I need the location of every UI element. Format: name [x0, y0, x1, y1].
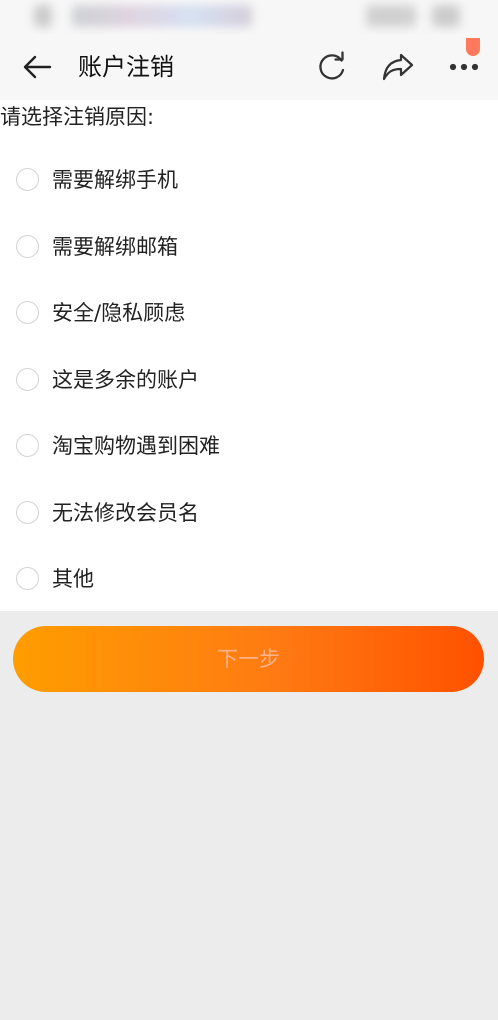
reason-option-other[interactable]: 其他	[0, 546, 498, 613]
share-icon	[382, 53, 414, 81]
reason-option-shopping-difficulty[interactable]: 淘宝购物遇到困难	[0, 413, 498, 480]
arrow-left-icon	[23, 55, 52, 79]
reason-label: 其他	[52, 567, 94, 591]
radio-button[interactable]	[16, 367, 39, 391]
top-bar: 账户注销	[0, 34, 498, 100]
reason-option-extra-account[interactable]: 这是多余的账户	[0, 347, 498, 414]
notification-dot	[466, 38, 480, 56]
radio-button[interactable]	[16, 567, 39, 590]
refresh-button[interactable]	[312, 49, 352, 85]
status-bar-blur	[366, 5, 416, 27]
reason-option-member-name[interactable]: 无法修改会员名	[0, 480, 498, 547]
page-title: 账户注销	[78, 53, 174, 81]
radio-button[interactable]	[16, 301, 39, 324]
reason-option-phone[interactable]: 需要解绑手机	[0, 147, 498, 214]
status-bar	[0, 0, 498, 34]
status-bar-blur	[72, 5, 252, 27]
radio-button[interactable]	[16, 500, 39, 524]
status-bar-blur	[432, 5, 460, 27]
share-button[interactable]	[378, 49, 418, 85]
reason-label: 需要解绑邮箱	[52, 234, 178, 259]
reason-option-privacy[interactable]: 安全/隐私顾虑	[0, 280, 498, 347]
reason-label: 安全/隐私顾虑	[52, 301, 186, 325]
more-button[interactable]	[444, 49, 484, 85]
reason-label: 需要解绑手机	[52, 168, 178, 192]
reason-panel: 请选择注销原因: 需要解绑手机 需要解绑邮箱 安全/隐私顾虑 这是多余的账户 淘…	[0, 100, 498, 611]
next-step-button[interactable]: 下一步	[13, 626, 484, 692]
reason-label: 这是多余的账户	[52, 367, 199, 392]
reason-label: 无法修改会员名	[52, 500, 199, 525]
status-bar-blur	[34, 5, 52, 27]
reason-prompt: 请选择注销原因:	[0, 105, 155, 129]
more-icon	[449, 63, 479, 71]
radio-button[interactable]	[16, 168, 39, 191]
radio-button[interactable]	[16, 234, 39, 258]
back-button[interactable]	[18, 50, 56, 84]
reason-list: 需要解绑手机 需要解绑邮箱 安全/隐私顾虑 这是多余的账户 淘宝购物遇到困难 无…	[0, 147, 498, 613]
reason-option-email[interactable]: 需要解绑邮箱	[0, 214, 498, 281]
radio-button[interactable]	[16, 434, 39, 457]
reason-label: 淘宝购物遇到困难	[52, 434, 220, 458]
refresh-icon	[319, 51, 345, 80]
